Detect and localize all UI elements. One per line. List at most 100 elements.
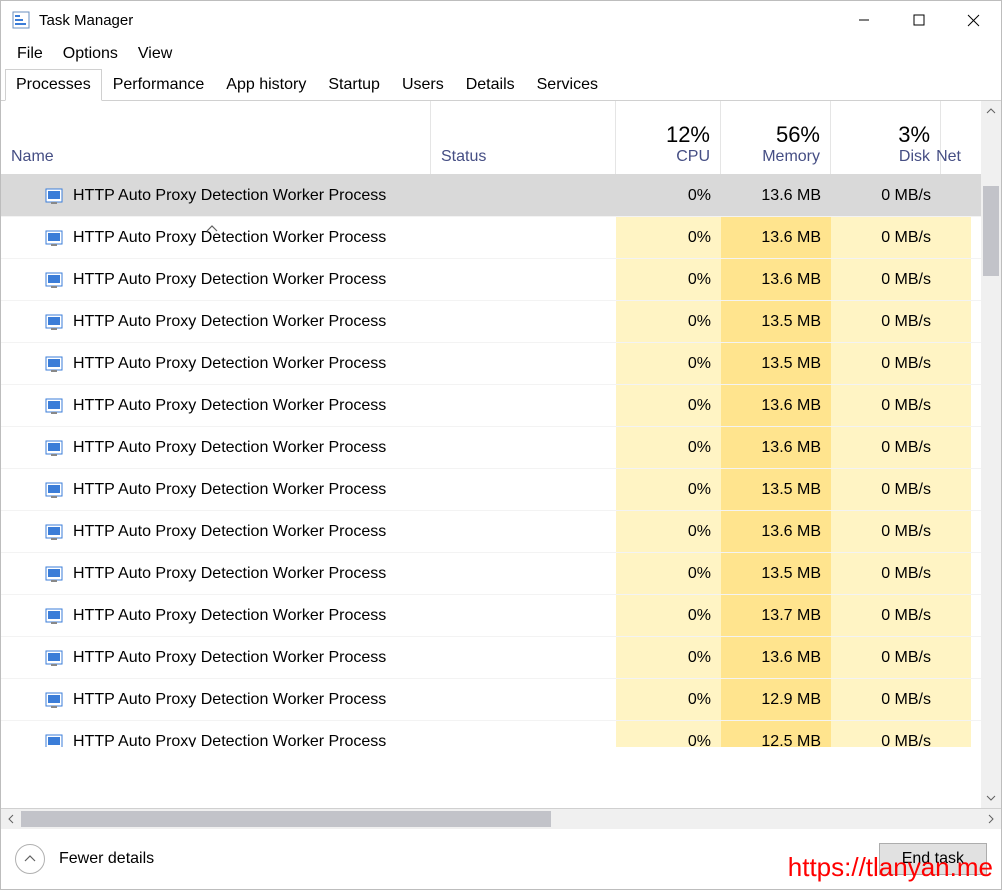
- cell-name: HTTP Auto Proxy Detection Worker Process: [1, 301, 431, 342]
- column-header-memory[interactable]: 56% Memory: [721, 101, 831, 174]
- table-row[interactable]: HTTP Auto Proxy Detection Worker Process…: [1, 595, 981, 637]
- process-icon: [45, 439, 63, 457]
- cell-network: [941, 301, 971, 342]
- scroll-right-icon[interactable]: [981, 809, 1001, 829]
- column-header-status[interactable]: Status: [431, 101, 616, 174]
- cell-cpu: 0%: [616, 637, 721, 678]
- cell-cpu: 0%: [616, 553, 721, 594]
- column-header-cpu[interactable]: 12% CPU: [616, 101, 721, 174]
- table-row[interactable]: HTTP Auto Proxy Detection Worker Process…: [1, 679, 981, 721]
- cell-disk: 0 MB/s: [831, 301, 941, 342]
- horizontal-scrollbar[interactable]: [1, 809, 1001, 829]
- cell-cpu: 0%: [616, 175, 721, 216]
- tab-startup[interactable]: Startup: [317, 69, 391, 100]
- process-icon: [45, 271, 63, 289]
- tab-processes[interactable]: Processes: [5, 69, 102, 101]
- table-row[interactable]: HTTP Auto Proxy Detection Worker Process…: [1, 511, 981, 553]
- disk-percent: 3%: [898, 122, 930, 148]
- cell-network: [941, 259, 971, 300]
- cell-disk: 0 MB/s: [831, 595, 941, 636]
- tabbar: Processes Performance App history Startu…: [1, 69, 1001, 101]
- cell-memory: 13.6 MB: [721, 511, 831, 552]
- scroll-track[interactable]: [981, 121, 1001, 788]
- menu-view[interactable]: View: [128, 42, 182, 66]
- table-row[interactable]: HTTP Auto Proxy Detection Worker Process…: [1, 385, 981, 427]
- maximize-button[interactable]: [891, 1, 946, 39]
- cell-disk: 0 MB/s: [831, 679, 941, 720]
- cell-memory: 13.6 MB: [721, 385, 831, 426]
- tab-performance[interactable]: Performance: [102, 69, 216, 100]
- cell-network: [941, 175, 971, 216]
- menu-options[interactable]: Options: [53, 42, 128, 66]
- cell-disk: 0 MB/s: [831, 553, 941, 594]
- cell-memory: 12.5 MB: [721, 721, 831, 747]
- cell-cpu: 0%: [616, 595, 721, 636]
- table-row[interactable]: HTTP Auto Proxy Detection Worker Process…: [1, 217, 981, 259]
- vertical-scrollbar[interactable]: [981, 101, 1001, 808]
- cell-cpu: 0%: [616, 259, 721, 300]
- process-name: HTTP Auto Proxy Detection Worker Process: [73, 313, 386, 331]
- table-row[interactable]: HTTP Auto Proxy Detection Worker Process…: [1, 301, 981, 343]
- column-header-name[interactable]: Name: [1, 101, 431, 174]
- tab-services[interactable]: Services: [526, 69, 609, 100]
- cell-cpu: 0%: [616, 469, 721, 510]
- process-name: HTTP Auto Proxy Detection Worker Process: [73, 565, 386, 583]
- tab-details[interactable]: Details: [455, 69, 526, 100]
- cell-name: HTTP Auto Proxy Detection Worker Process: [1, 469, 431, 510]
- cell-memory: 13.6 MB: [721, 427, 831, 468]
- scroll-up-icon[interactable]: [981, 101, 1001, 121]
- hscroll-thumb[interactable]: [21, 811, 551, 827]
- table-row[interactable]: HTTP Auto Proxy Detection Worker Process…: [1, 721, 981, 747]
- table-row[interactable]: HTTP Auto Proxy Detection Worker Process…: [1, 427, 981, 469]
- scroll-down-icon[interactable]: [981, 788, 1001, 808]
- table-row[interactable]: HTTP Auto Proxy Detection Worker Process…: [1, 553, 981, 595]
- process-icon: [45, 649, 63, 667]
- column-header-network[interactable]: Net: [941, 101, 971, 174]
- cell-cpu: 0%: [616, 385, 721, 426]
- cell-name: HTTP Auto Proxy Detection Worker Process: [1, 553, 431, 594]
- cell-disk: 0 MB/s: [831, 637, 941, 678]
- cell-memory: 13.6 MB: [721, 259, 831, 300]
- table-body: HTTP Auto Proxy Detection Worker Process…: [1, 175, 981, 747]
- table-row[interactable]: HTTP Auto Proxy Detection Worker Process…: [1, 175, 981, 217]
- table-row[interactable]: HTTP Auto Proxy Detection Worker Process…: [1, 259, 981, 301]
- cell-network: [941, 217, 971, 258]
- tab-app-history[interactable]: App history: [215, 69, 317, 100]
- process-icon: [45, 397, 63, 415]
- scroll-left-icon[interactable]: [1, 809, 21, 829]
- table-row[interactable]: HTTP Auto Proxy Detection Worker Process…: [1, 469, 981, 511]
- process-name: HTTP Auto Proxy Detection Worker Process: [73, 607, 386, 625]
- sort-indicator-icon: [206, 221, 218, 235]
- window-buttons: [836, 1, 1001, 39]
- table-row[interactable]: HTTP Auto Proxy Detection Worker Process…: [1, 637, 981, 679]
- column-header-disk[interactable]: 3% Disk: [831, 101, 941, 174]
- cell-status: [431, 427, 616, 468]
- close-button[interactable]: [946, 1, 1001, 39]
- end-task-button[interactable]: End task: [879, 843, 987, 875]
- cell-name: HTTP Auto Proxy Detection Worker Process: [1, 721, 431, 747]
- process-name: HTTP Auto Proxy Detection Worker Process: [73, 649, 386, 667]
- cell-memory: 13.5 MB: [721, 343, 831, 384]
- cell-status: [431, 343, 616, 384]
- process-name: HTTP Auto Proxy Detection Worker Process: [73, 355, 386, 373]
- cell-status: [431, 259, 616, 300]
- cell-memory: 13.6 MB: [721, 217, 831, 258]
- minimize-button[interactable]: [836, 1, 891, 39]
- cell-name: HTTP Auto Proxy Detection Worker Process: [1, 679, 431, 720]
- cell-disk: 0 MB/s: [831, 469, 941, 510]
- process-icon: [45, 607, 63, 625]
- cell-network: [941, 427, 971, 468]
- process-table: Name Status 12% CPU 56% Memory 3% Disk: [1, 101, 981, 808]
- cell-memory: 12.9 MB: [721, 679, 831, 720]
- column-label-disk: Disk: [899, 148, 930, 166]
- hscroll-track[interactable]: [21, 809, 981, 829]
- tab-users[interactable]: Users: [391, 69, 455, 100]
- scroll-thumb[interactable]: [983, 186, 999, 276]
- cell-name: HTTP Auto Proxy Detection Worker Process: [1, 343, 431, 384]
- process-icon: [45, 355, 63, 373]
- fewer-details-toggle[interactable]: Fewer details: [15, 844, 154, 874]
- process-name: HTTP Auto Proxy Detection Worker Process: [73, 397, 386, 415]
- menu-file[interactable]: File: [7, 42, 53, 66]
- table-row[interactable]: HTTP Auto Proxy Detection Worker Process…: [1, 343, 981, 385]
- cell-disk: 0 MB/s: [831, 175, 941, 216]
